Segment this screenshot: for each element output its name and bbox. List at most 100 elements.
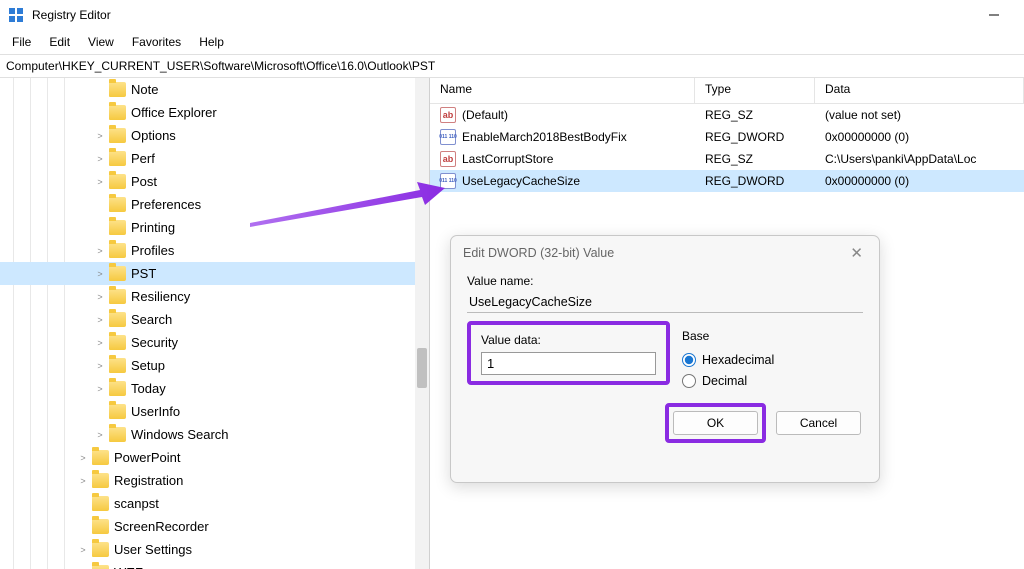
- ok-button-highlight: OK: [665, 403, 766, 443]
- menu-favorites[interactable]: Favorites: [124, 32, 189, 52]
- expand-toggle[interactable]: >: [93, 428, 107, 442]
- tree-node-security[interactable]: >Security: [0, 331, 429, 354]
- value-name-cell: 011 110EnableMarch2018BestBodyFix: [430, 129, 695, 145]
- folder-icon: [109, 243, 126, 258]
- tree-label: WEF: [114, 565, 143, 569]
- tree-node-scanpst[interactable]: >scanpst: [0, 492, 429, 515]
- menu-file[interactable]: File: [4, 32, 39, 52]
- string-value-icon: ab: [440, 151, 456, 167]
- window-title: Registry Editor: [32, 8, 111, 22]
- column-header-data[interactable]: Data: [815, 78, 1024, 103]
- tree-node-note[interactable]: >Note: [0, 78, 429, 101]
- menu-edit[interactable]: Edit: [41, 32, 78, 52]
- expand-toggle[interactable]: >: [93, 313, 107, 327]
- address-path-input[interactable]: [6, 59, 1018, 73]
- tree-label: Office Explorer: [131, 105, 217, 120]
- expand-toggle[interactable]: >: [93, 336, 107, 350]
- tree-node-resiliency[interactable]: >Resiliency: [0, 285, 429, 308]
- value-data-cell: C:\Users\panki\AppData\Loc: [815, 152, 1024, 166]
- tree-node-printing[interactable]: >Printing: [0, 216, 429, 239]
- address-bar[interactable]: [0, 54, 1024, 78]
- value-name-input[interactable]: [467, 292, 863, 313]
- tree-node-powerpoint[interactable]: > PowerPoint: [0, 446, 429, 469]
- expand-toggle[interactable]: >: [93, 244, 107, 258]
- folder-icon: [92, 496, 109, 511]
- tree-node-screenrecorder[interactable]: >ScreenRecorder: [0, 515, 429, 538]
- expand-toggle[interactable]: >: [93, 267, 107, 281]
- tree-node-perf[interactable]: >Perf: [0, 147, 429, 170]
- menu-view[interactable]: View: [80, 32, 122, 52]
- tree-node-office-explorer[interactable]: >Office Explorer: [0, 101, 429, 124]
- folder-icon: [109, 335, 126, 350]
- window-titlebar: Registry Editor: [0, 0, 1024, 30]
- radio-decimal[interactable]: Decimal: [682, 374, 863, 388]
- tree-scrollbar[interactable]: [415, 78, 429, 569]
- tree-node-userinfo[interactable]: >UserInfo: [0, 400, 429, 423]
- tree-node-profiles[interactable]: >Profiles: [0, 239, 429, 262]
- value-data-input[interactable]: [481, 352, 656, 375]
- tree-node-preferences[interactable]: >Preferences: [0, 193, 429, 216]
- folder-icon: [109, 404, 126, 419]
- tree-node-setup[interactable]: >Setup: [0, 354, 429, 377]
- tree-node-today[interactable]: > Today: [0, 377, 429, 400]
- dialog-close-button[interactable]: ✕: [846, 240, 867, 266]
- folder-icon: [92, 473, 109, 488]
- tree-node-windows-search[interactable]: >Windows Search: [0, 423, 429, 446]
- folder-icon: [92, 519, 109, 534]
- value-type-cell: REG_SZ: [695, 152, 815, 166]
- tree-node-pst[interactable]: > PST: [0, 262, 429, 285]
- tree-node-user-settings[interactable]: >User Settings: [0, 538, 429, 561]
- tree-node-wef[interactable]: >WEF: [0, 561, 429, 569]
- value-row[interactable]: ab(Default)REG_SZ(value not set): [430, 104, 1024, 126]
- column-header-name[interactable]: Name: [430, 78, 695, 103]
- expand-toggle[interactable]: >: [93, 290, 107, 304]
- tree-node-registration[interactable]: >Registration: [0, 469, 429, 492]
- tree-label: Search: [131, 312, 172, 327]
- tree-label: scanpst: [114, 496, 159, 511]
- folder-icon: [109, 220, 126, 235]
- folder-icon: [109, 312, 126, 327]
- cancel-button[interactable]: Cancel: [776, 411, 861, 435]
- folder-icon: [109, 381, 126, 396]
- tree-label: UserInfo: [131, 404, 180, 419]
- expand-toggle[interactable]: >: [93, 152, 107, 166]
- value-data-highlight: Value data:: [467, 321, 670, 385]
- expand-toggle[interactable]: >: [76, 451, 90, 465]
- value-row[interactable]: 011 110EnableMarch2018BestBodyFixREG_DWO…: [430, 126, 1024, 148]
- minimize-button[interactable]: [971, 0, 1016, 30]
- expand-toggle[interactable]: >: [93, 175, 107, 189]
- expand-toggle[interactable]: >: [76, 543, 90, 557]
- tree-panel: >Note>Office Explorer>Options>Perf>Post>…: [0, 78, 430, 569]
- tree-node-search[interactable]: > Search: [0, 308, 429, 331]
- radio-dec-input[interactable]: [682, 374, 696, 388]
- expand-toggle[interactable]: >: [93, 129, 107, 143]
- tree-node-post[interactable]: > Post: [0, 170, 429, 193]
- folder-icon: [109, 427, 126, 442]
- folder-icon: [92, 542, 109, 557]
- expand-toggle[interactable]: >: [93, 382, 107, 396]
- folder-icon: [109, 197, 126, 212]
- tree-label: Options: [131, 128, 176, 143]
- value-data-cell: 0x00000000 (0): [815, 130, 1024, 144]
- menu-help[interactable]: Help: [191, 32, 232, 52]
- tree-label: Preferences: [131, 197, 201, 212]
- value-row[interactable]: 011 110UseLegacyCacheSizeREG_DWORD0x0000…: [430, 170, 1024, 192]
- value-name-label: Value name:: [467, 274, 863, 288]
- radio-hex-input[interactable]: [682, 353, 696, 367]
- column-header-type[interactable]: Type: [695, 78, 815, 103]
- tree-label: PowerPoint: [114, 450, 180, 465]
- expand-toggle[interactable]: >: [93, 359, 107, 373]
- tree-label: Post: [131, 174, 157, 189]
- dialog-titlebar[interactable]: Edit DWORD (32-bit) Value ✕: [451, 236, 879, 270]
- edit-dword-dialog: Edit DWORD (32-bit) Value ✕ Value name: …: [450, 235, 880, 483]
- tree-label: Today: [131, 381, 166, 396]
- radio-hexadecimal[interactable]: Hexadecimal: [682, 353, 863, 367]
- expand-toggle[interactable]: >: [76, 474, 90, 488]
- ok-button[interactable]: OK: [673, 411, 758, 435]
- values-header: Name Type Data: [430, 78, 1024, 104]
- value-data-cell: (value not set): [815, 108, 1024, 122]
- tree-label: PST: [131, 266, 156, 281]
- tree-node-options[interactable]: > Options: [0, 124, 429, 147]
- value-row[interactable]: abLastCorruptStoreREG_SZC:\Users\panki\A…: [430, 148, 1024, 170]
- scrollbar-thumb[interactable]: [417, 348, 427, 388]
